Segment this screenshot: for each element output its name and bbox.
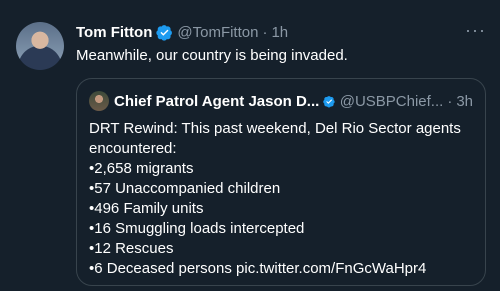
tweet-text: Meanwhile, our country is being invaded. bbox=[76, 47, 348, 64]
tweet-content: Tom Fitton @TomFitton · 1h ··· Meanwhile… bbox=[76, 20, 486, 66]
quoted-text-line: •2,658 migrants bbox=[89, 160, 194, 177]
author-handle[interactable]: @TomFitton bbox=[177, 24, 258, 41]
tweet[interactable]: Tom Fitton @TomFitton · 1h ··· Meanwhile… bbox=[0, 0, 500, 291]
quoted-author-name: Chief Patrol Agent Jason D... bbox=[114, 92, 320, 110]
tweet-header: Tom Fitton @TomFitton · 1h ··· bbox=[76, 20, 486, 42]
quoted-text-line: •16 Smuggling loads intercepted bbox=[89, 220, 305, 237]
media-link[interactable]: pic.twitter.com/FnGcWaHpr4 bbox=[236, 260, 426, 277]
quoted-text-line: •6 Deceased persons pic.twitter.com/FnGc… bbox=[89, 259, 473, 279]
verified-badge-icon bbox=[323, 95, 335, 107]
tweet-timestamp[interactable]: 1h bbox=[271, 24, 288, 41]
quoted-text-line: •12 Rescues bbox=[89, 240, 174, 257]
quoted-text-line: •496 Family units bbox=[89, 200, 204, 217]
separator-dot: · bbox=[262, 23, 268, 41]
quoted-author-avatar bbox=[89, 91, 109, 111]
more-options-icon[interactable]: ··· bbox=[465, 20, 486, 41]
quoted-tweet-text: DRT Rewind: This past weekend, Del Rio S… bbox=[89, 119, 473, 279]
quoted-text-line: encountered: bbox=[89, 140, 177, 157]
separator-dot: · bbox=[447, 92, 453, 110]
quoted-author-handle: @USBPChief... bbox=[339, 92, 444, 110]
quoted-tweet-timestamp: 3h bbox=[456, 92, 473, 110]
quoted-text-last: •6 Deceased persons bbox=[89, 260, 237, 277]
quoted-text-line: DRT Rewind: This past weekend, Del Rio S… bbox=[89, 120, 461, 137]
avatar[interactable] bbox=[16, 22, 64, 70]
author-name[interactable]: Tom Fitton bbox=[76, 24, 152, 41]
verified-badge-icon bbox=[156, 24, 173, 41]
quoted-tweet[interactable]: Chief Patrol Agent Jason D... @USBPChief… bbox=[76, 78, 486, 286]
quoted-text-line: •57 Unaccompanied children bbox=[89, 180, 281, 197]
quoted-tweet-header: Chief Patrol Agent Jason D... @USBPChief… bbox=[89, 91, 473, 111]
